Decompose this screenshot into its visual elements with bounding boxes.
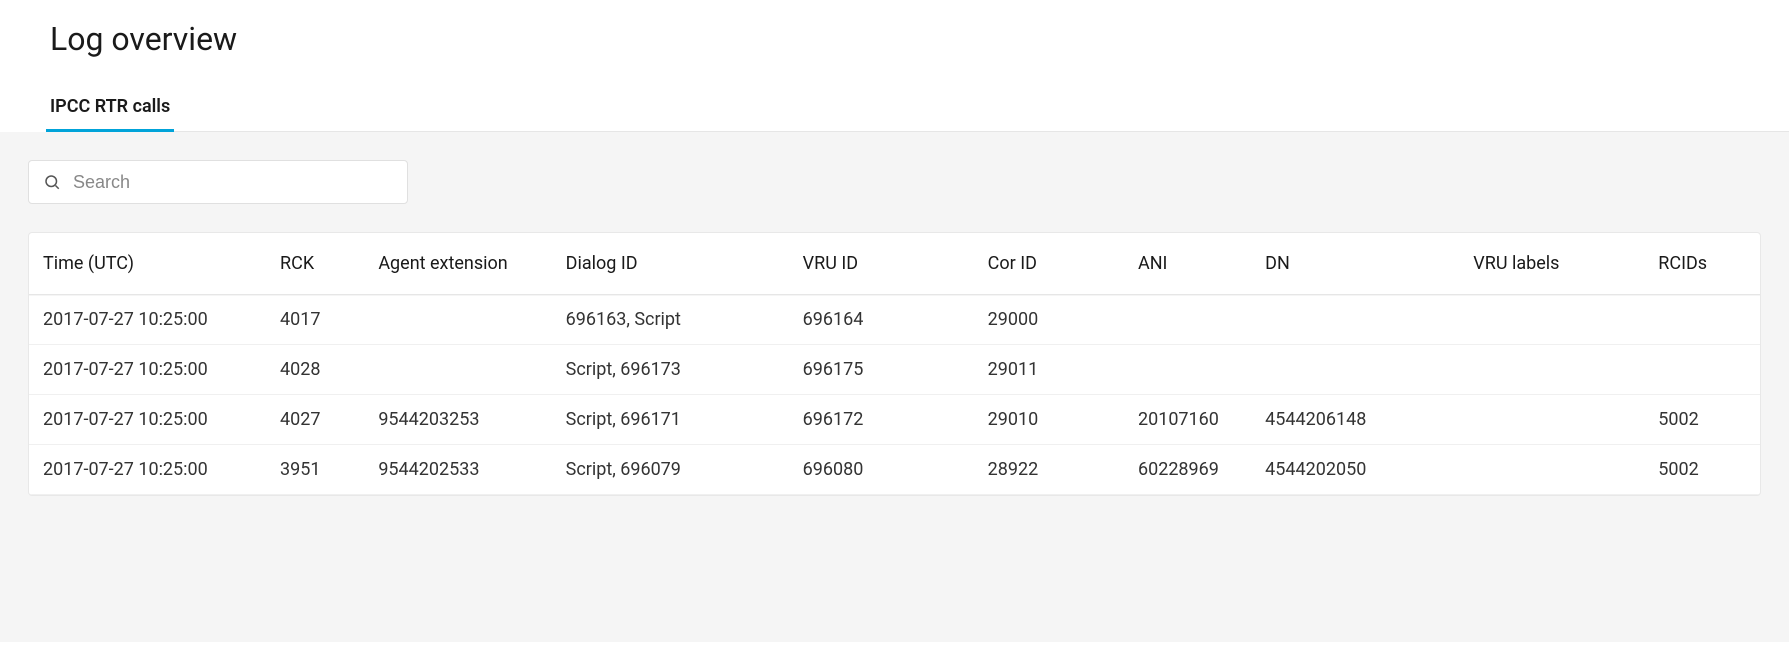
search-icon <box>43 173 61 191</box>
cell-vru-id: 696172 <box>789 395 974 445</box>
table-row[interactable]: 2017-07-27 10:25:00 4017 696163, Script … <box>29 295 1760 345</box>
cell-dialog-id: Script, 696173 <box>552 345 789 395</box>
cell-rck: 4017 <box>266 295 364 345</box>
col-dialog-id[interactable]: Dialog ID <box>552 233 789 295</box>
cell-dialog-id: 696163, Script <box>552 295 789 345</box>
col-vru-labels[interactable]: VRU labels <box>1459 233 1644 295</box>
cell-rck: 3951 <box>266 445 364 495</box>
cell-vru-id: 696175 <box>789 345 974 395</box>
cell-vru-labels <box>1459 295 1644 345</box>
content-area: Time (UTC) RCK Agent extension Dialog ID… <box>0 132 1789 642</box>
cell-vru-labels <box>1459 445 1644 495</box>
cell-rcids: 5002 <box>1644 395 1760 445</box>
cell-vru-labels <box>1459 395 1644 445</box>
cell-rcids: 5002 <box>1644 445 1760 495</box>
table-row[interactable]: 2017-07-27 10:25:00 4027 9544203253 Scri… <box>29 395 1760 445</box>
table-row[interactable]: 2017-07-27 10:25:00 3951 9544202533 Scri… <box>29 445 1760 495</box>
search-box[interactable] <box>28 160 408 204</box>
cell-vru-id: 696164 <box>789 295 974 345</box>
cell-time: 2017-07-27 10:25:00 <box>29 295 266 345</box>
cell-time: 2017-07-27 10:25:00 <box>29 395 266 445</box>
col-vru-id[interactable]: VRU ID <box>789 233 974 295</box>
cell-time: 2017-07-27 10:25:00 <box>29 445 266 495</box>
header-area: Log overview IPCC RTR calls <box>0 0 1789 132</box>
cell-dialog-id: Script, 696171 <box>552 395 789 445</box>
page-root: Log overview IPCC RTR calls Ti <box>0 0 1789 642</box>
cell-agent-ext <box>364 295 551 345</box>
cell-time: 2017-07-27 10:25:00 <box>29 345 266 395</box>
page-title: Log overview <box>50 20 1789 58</box>
cell-ani: 60228969 <box>1124 445 1251 495</box>
cell-dn <box>1251 295 1459 345</box>
cell-dn: 4544202050 <box>1251 445 1459 495</box>
table-body: 2017-07-27 10:25:00 4017 696163, Script … <box>29 295 1760 495</box>
tab-ipcc-rtr-calls[interactable]: IPCC RTR calls <box>50 96 170 131</box>
col-rck[interactable]: RCK <box>266 233 364 295</box>
cell-ani <box>1124 345 1251 395</box>
log-table: Time (UTC) RCK Agent extension Dialog ID… <box>29 233 1760 495</box>
cell-vru-labels <box>1459 345 1644 395</box>
cell-cor-id: 29010 <box>974 395 1124 445</box>
cell-dn: 4544206148 <box>1251 395 1459 445</box>
cell-cor-id: 29011 <box>974 345 1124 395</box>
col-agent-ext[interactable]: Agent extension <box>364 233 551 295</box>
cell-agent-ext: 9544203253 <box>364 395 551 445</box>
cell-agent-ext: 9544202533 <box>364 445 551 495</box>
cell-rck: 4028 <box>266 345 364 395</box>
cell-rcids <box>1644 345 1760 395</box>
cell-dialog-id: Script, 696079 <box>552 445 789 495</box>
cell-dn <box>1251 345 1459 395</box>
cell-vru-id: 696080 <box>789 445 974 495</box>
cell-cor-id: 28922 <box>974 445 1124 495</box>
cell-rck: 4027 <box>266 395 364 445</box>
col-cor-id[interactable]: Cor ID <box>974 233 1124 295</box>
table-header-row: Time (UTC) RCK Agent extension Dialog ID… <box>29 233 1760 295</box>
cell-ani <box>1124 295 1251 345</box>
cell-rcids <box>1644 295 1760 345</box>
col-ani[interactable]: ANI <box>1124 233 1251 295</box>
table-row[interactable]: 2017-07-27 10:25:00 4028 Script, 696173 … <box>29 345 1760 395</box>
col-rcids[interactable]: RCIDs <box>1644 233 1760 295</box>
cell-agent-ext <box>364 345 551 395</box>
col-dn[interactable]: DN <box>1251 233 1459 295</box>
tabs: IPCC RTR calls <box>50 96 1789 132</box>
col-time[interactable]: Time (UTC) <box>29 233 266 295</box>
cell-cor-id: 29000 <box>974 295 1124 345</box>
search-input[interactable] <box>73 172 393 193</box>
log-table-card: Time (UTC) RCK Agent extension Dialog ID… <box>28 232 1761 496</box>
cell-ani: 20107160 <box>1124 395 1251 445</box>
